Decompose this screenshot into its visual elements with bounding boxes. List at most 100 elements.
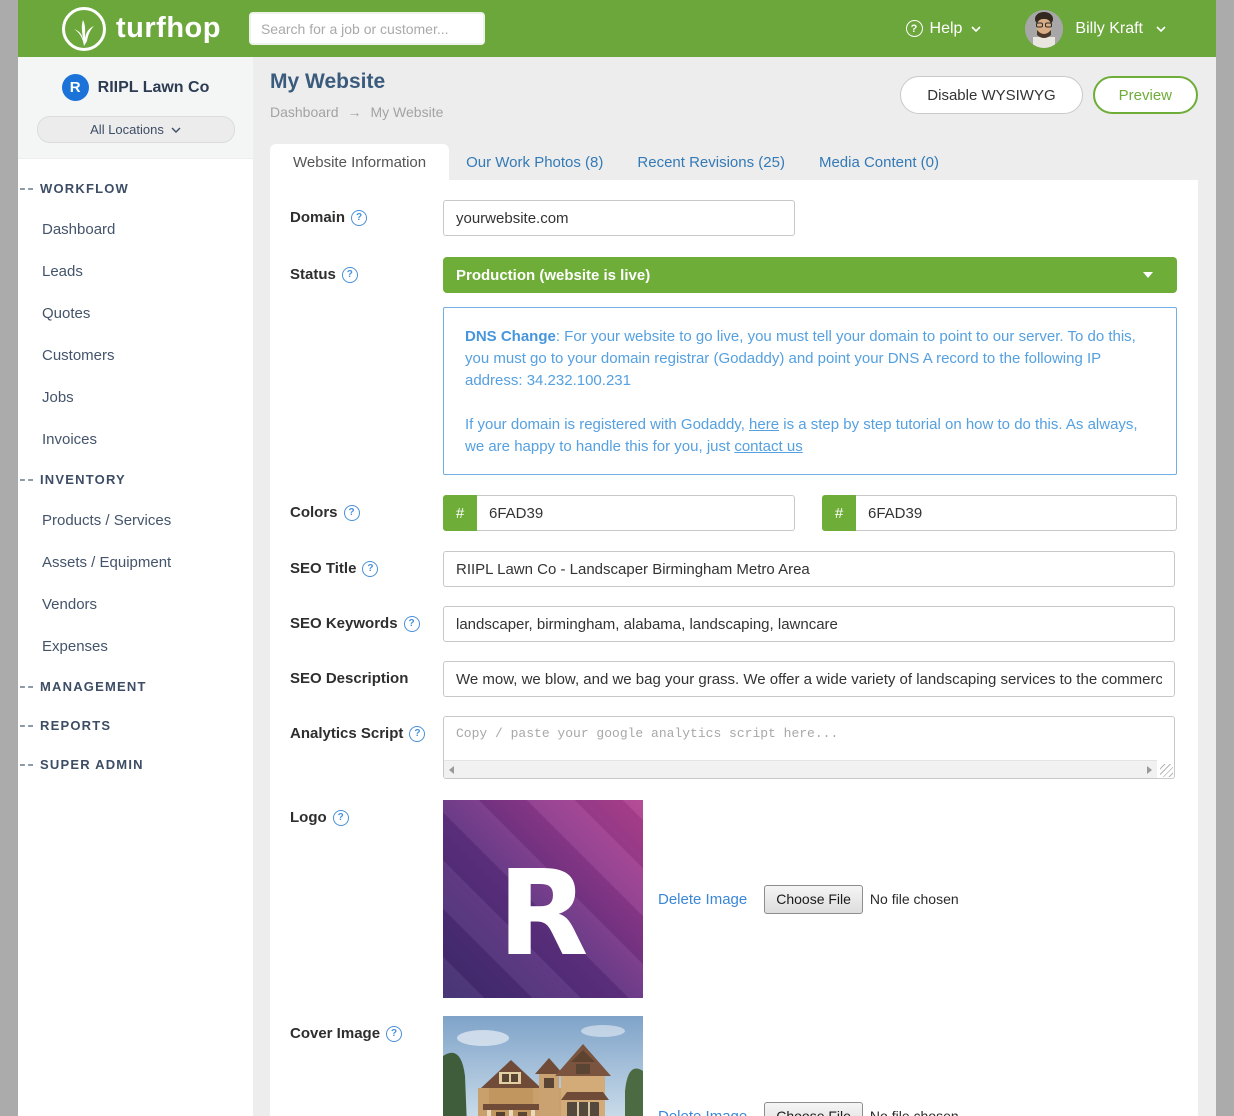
section-dash-icon — [20, 188, 33, 190]
global-search-input[interactable] — [249, 12, 485, 45]
disable-wysiwyg-button[interactable]: Disable WYSIWYG — [900, 76, 1082, 114]
help-tooltip-icon[interactable]: ? — [362, 561, 378, 577]
domain-label: Domain ? — [290, 200, 443, 226]
domain-input[interactable] — [443, 200, 795, 236]
seo-description-label: SEO Description — [290, 661, 443, 687]
preview-button[interactable]: Preview — [1093, 76, 1198, 114]
sidebar-item-quotes[interactable]: Quotes — [18, 292, 253, 334]
help-icon: ? — [906, 20, 923, 37]
breadcrumb-current: My Website — [371, 104, 444, 120]
section-dash-icon — [20, 479, 33, 481]
all-locations-dropdown[interactable]: All Locations — [37, 116, 235, 143]
sidebar-section-super-admin[interactable]: SUPER ADMIN — [18, 745, 253, 784]
hash-prefix-icon: # — [443, 495, 477, 531]
cover-delete-image-link[interactable]: Delete Image — [658, 1108, 747, 1116]
cover-image-label: Cover Image ? — [290, 1016, 443, 1042]
dns-notice-paragraph-1: DNS Change: For your website to go live,… — [465, 326, 1156, 392]
help-tooltip-icon[interactable]: ? — [409, 726, 425, 742]
left-scrollbar[interactable] — [0, 0, 18, 1116]
cover-image — [443, 1016, 643, 1116]
help-tooltip-icon[interactable]: ? — [333, 810, 349, 826]
chevron-down-icon — [970, 23, 981, 34]
scroll-right-icon[interactable] — [1147, 766, 1152, 774]
help-tooltip-icon[interactable]: ? — [351, 210, 367, 226]
tutorial-link[interactable]: here — [749, 416, 779, 433]
scroll-left-icon[interactable] — [449, 766, 454, 774]
sidebar-item-dashboard[interactable]: Dashboard — [18, 208, 253, 250]
seo-title-input[interactable] — [443, 551, 1175, 587]
primary-color-input[interactable] — [477, 495, 795, 531]
sidebar-item-products-services[interactable]: Products / Services — [18, 499, 253, 541]
right-scrollbar[interactable] — [1216, 0, 1234, 1116]
page-title: My Website — [270, 70, 385, 94]
company-name: RIIPL Lawn Co — [98, 79, 210, 97]
seo-title-label: SEO Title ? — [290, 551, 443, 577]
caret-down-icon — [1143, 272, 1153, 278]
sidebar-section-reports[interactable]: REPORTS — [18, 706, 253, 745]
section-dash-icon — [20, 686, 33, 688]
sidebar-item-customers[interactable]: Customers — [18, 334, 253, 376]
tab-recent-revisions[interactable]: Recent Revisions (25) — [620, 144, 802, 180]
logo-choose-file-button[interactable]: Choose File — [764, 885, 863, 914]
logo-image: R — [443, 800, 643, 998]
user-avatar[interactable] — [1025, 10, 1063, 48]
sidebar-section-management[interactable]: MANAGEMENT — [18, 667, 253, 706]
dns-notice-paragraph-2: If your domain is registered with Godadd… — [465, 414, 1156, 458]
user-name: Billy Kraft — [1075, 20, 1143, 38]
help-tooltip-icon[interactable]: ? — [386, 1026, 402, 1042]
cover-no-file-text: No file chosen — [870, 1108, 959, 1116]
section-dash-icon — [20, 764, 33, 766]
user-menu[interactable]: Billy Kraft — [1075, 20, 1166, 38]
logo-no-file-text: No file chosen — [870, 891, 959, 907]
seo-keywords-input[interactable] — [443, 606, 1175, 642]
all-locations-label: All Locations — [90, 122, 164, 137]
tab-bar: Website Information Our Work Photos (8) … — [270, 140, 1198, 180]
sidebar-item-expenses[interactable]: Expenses — [18, 625, 253, 667]
sidebar-item-invoices[interactable]: Invoices — [18, 418, 253, 460]
sidebar-item-vendors[interactable]: Vendors — [18, 583, 253, 625]
seo-description-input[interactable] — [443, 661, 1175, 697]
help-tooltip-icon[interactable]: ? — [342, 267, 358, 283]
tab-our-work-photos[interactable]: Our Work Photos (8) — [449, 144, 620, 180]
secondary-color-input[interactable] — [856, 495, 1177, 531]
tab-website-information[interactable]: Website Information — [270, 144, 449, 180]
cover-choose-file-button[interactable]: Choose File — [764, 1102, 863, 1116]
status-select[interactable]: Production (website is live) — [443, 257, 1177, 293]
resize-grip-icon[interactable] — [1160, 764, 1173, 777]
analytics-script-label: Analytics Script ? — [290, 716, 443, 742]
help-menu[interactable]: ? Help — [906, 20, 982, 38]
breadcrumb: Dashboard → My Website — [270, 104, 443, 120]
chevron-down-icon — [1155, 23, 1166, 34]
analytics-script-textarea[interactable]: Copy / paste your google analytics scrip… — [443, 716, 1175, 779]
section-dash-icon — [20, 725, 33, 727]
logo-label: Logo ? — [290, 800, 443, 826]
logo-delete-image-link[interactable]: Delete Image — [658, 891, 747, 908]
dns-notice-title: DNS Change — [465, 328, 556, 345]
horizontal-scrollbar[interactable] — [444, 760, 1157, 778]
sidebar-section-workflow[interactable]: WORKFLOW — [18, 169, 253, 208]
company-logo-icon: R — [62, 74, 89, 101]
help-tooltip-icon[interactable]: ? — [344, 505, 360, 521]
sidebar-item-leads[interactable]: Leads — [18, 250, 253, 292]
help-label: Help — [930, 20, 963, 38]
help-tooltip-icon[interactable]: ? — [404, 616, 420, 632]
breadcrumb-arrow-icon: → — [348, 104, 362, 120]
tab-media-content[interactable]: Media Content (0) — [802, 144, 956, 180]
status-label: Status ? — [290, 257, 443, 283]
grass-logo-icon — [62, 7, 106, 51]
hash-prefix-icon: # — [822, 495, 856, 531]
website-information-panel: Domain ? Status ? Production (website is… — [270, 180, 1198, 1116]
contact-us-link[interactable]: contact us — [734, 438, 802, 455]
sidebar-item-assets-equipment[interactable]: Assets / Equipment — [18, 541, 253, 583]
brand-logo[interactable]: turfhop — [62, 7, 221, 51]
sidebar-section-inventory[interactable]: INVENTORY — [18, 460, 253, 499]
sidebar-menu: WORKFLOW Dashboard Leads Quotes Customer… — [18, 159, 253, 784]
status-selected-value: Production (website is live) — [443, 267, 650, 284]
logo-letter: R — [443, 844, 643, 982]
company[interactable]: R RIIPL Lawn Co — [18, 74, 253, 101]
sidebar-item-jobs[interactable]: Jobs — [18, 376, 253, 418]
brand-name: turfhop — [116, 12, 221, 45]
breadcrumb-dashboard[interactable]: Dashboard — [270, 104, 339, 120]
top-header-bar: turfhop ? Help — [18, 0, 1216, 57]
sidebar: R RIIPL Lawn Co All Locations WORKFLOW D… — [18, 57, 253, 1116]
